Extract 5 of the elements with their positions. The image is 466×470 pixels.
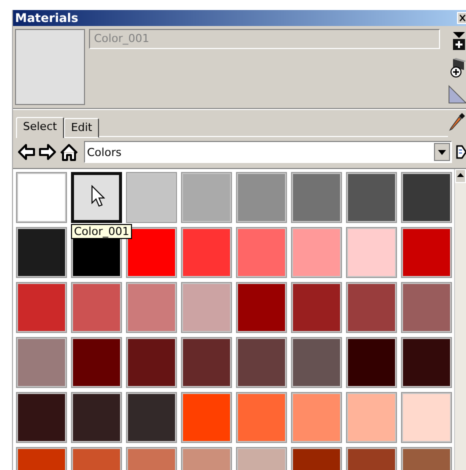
tab[interactable]: Select [16, 117, 64, 138]
tab[interactable]: Edit [64, 118, 100, 138]
library-dropdown[interactable]: Colors [84, 141, 452, 163]
window-title: Materials [14, 11, 78, 25]
tooltip: Color_001 [71, 224, 132, 239]
